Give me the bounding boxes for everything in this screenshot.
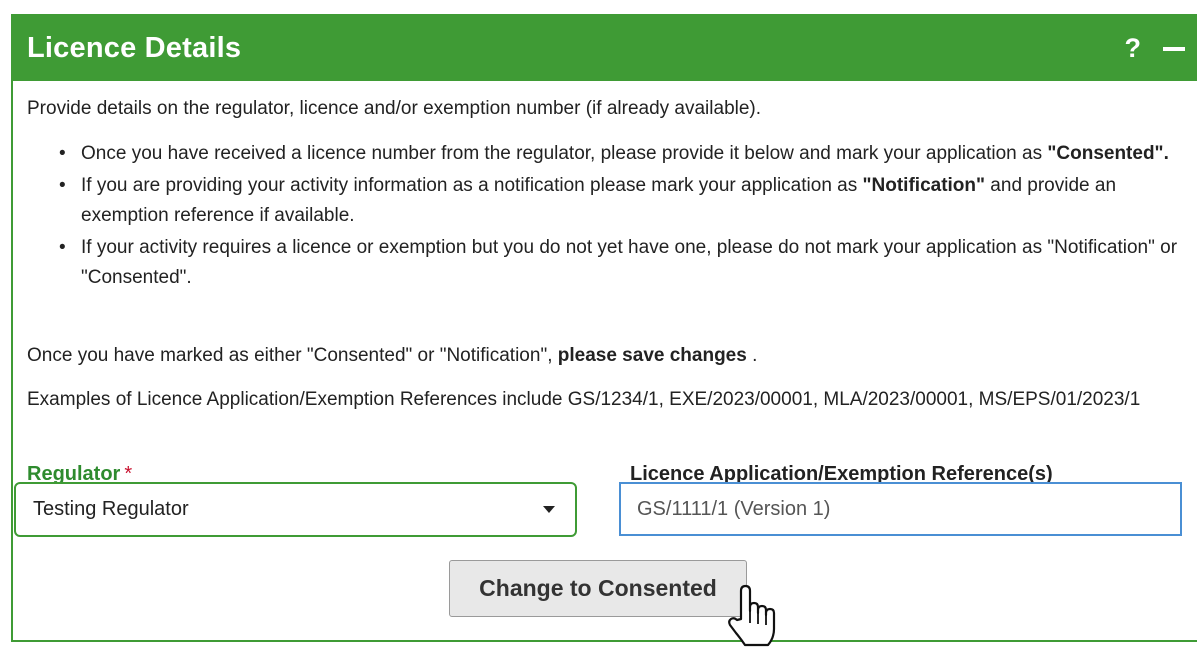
save-instruction: Once you have marked as either "Consente…: [27, 341, 757, 371]
bullet-bold-text: "Notification": [862, 175, 986, 196]
panel-header: Licence Details ?: [13, 16, 1197, 81]
bullet-text: If you are providing your activity infor…: [81, 175, 863, 196]
regulator-select[interactable]: Testing Regulator: [14, 482, 577, 537]
reference-input[interactable]: [619, 482, 1182, 536]
save-instruction-bold: please save changes: [557, 345, 747, 366]
instruction-list: Once you have received a licence number …: [27, 139, 1197, 295]
bullet-text: If your activity requires a licence or e…: [81, 237, 1178, 288]
list-item: If you are providing your activity infor…: [27, 171, 1197, 231]
hand-pointer-icon: [728, 584, 776, 647]
list-item: Once you have received a licence number …: [27, 139, 1197, 169]
minus-icon[interactable]: [1163, 46, 1185, 51]
header-actions: ?: [1125, 33, 1197, 64]
examples-text: Examples of Licence Application/Exemptio…: [27, 389, 1141, 410]
chevron-down-icon: [543, 506, 555, 513]
licence-details-panel: Licence Details ? Provide details on the…: [11, 14, 1197, 642]
bullet-text: Once you have received a licence number …: [81, 143, 1048, 164]
regulator-selected-value: Testing Regulator: [33, 498, 189, 520]
panel-title: Licence Details: [27, 32, 242, 64]
help-icon[interactable]: ?: [1125, 33, 1142, 64]
save-instruction-text: Once you have marked as either "Consente…: [27, 345, 558, 366]
change-to-consented-button[interactable]: Change to Consented: [449, 560, 747, 617]
list-item: If your activity requires a licence or e…: [27, 233, 1197, 293]
save-instruction-after: .: [746, 345, 758, 366]
intro-text: Provide details on the regulator, licenc…: [27, 98, 762, 119]
bullet-bold-text: "Consented".: [1047, 143, 1169, 164]
